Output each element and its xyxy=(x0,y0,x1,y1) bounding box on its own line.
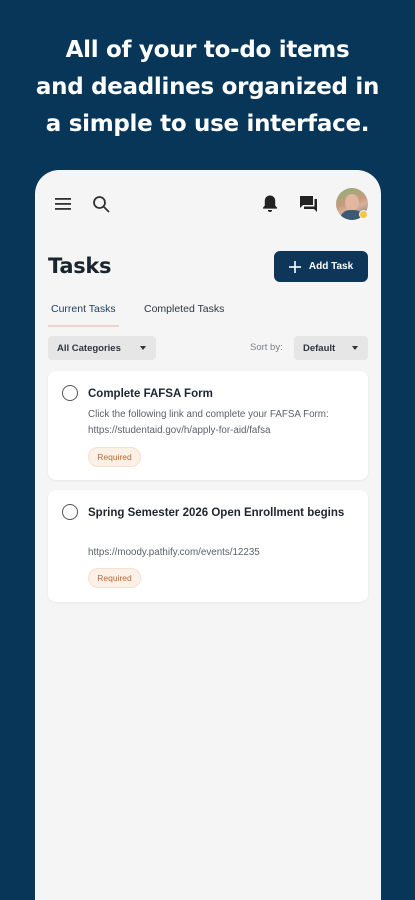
category-dropdown-value: All Categories xyxy=(57,342,121,354)
sort-dropdown[interactable]: Default xyxy=(294,336,368,360)
chevron-down-icon xyxy=(352,346,358,350)
page-title: Tasks xyxy=(48,254,112,278)
headline-line-1: All of your to-do items xyxy=(65,37,350,63)
search-icon[interactable] xyxy=(92,195,110,213)
task-card[interactable]: Spring Semester 2026 Open Enrollment beg… xyxy=(48,490,368,602)
tab-current-tasks[interactable]: Current Tasks xyxy=(48,303,119,327)
category-dropdown[interactable]: All Categories xyxy=(48,336,156,360)
avatar-status-dot xyxy=(359,210,368,219)
menu-icon[interactable] xyxy=(55,197,71,211)
plus-icon xyxy=(288,260,301,273)
top-app-bar xyxy=(35,170,381,240)
filter-bar: All Categories Sort by: Default xyxy=(48,336,368,361)
task-title: Complete FAFSA Form xyxy=(88,388,213,400)
add-task-button[interactable]: Add Task xyxy=(274,251,368,282)
sort-label: Sort by: xyxy=(250,342,283,353)
task-card[interactable]: Complete FAFSA Form Click the following … xyxy=(48,371,368,480)
status-badge: Required xyxy=(88,568,141,588)
status-badge: Required xyxy=(88,447,141,467)
chevron-down-icon xyxy=(140,346,146,350)
add-task-label: Add Task xyxy=(308,261,354,272)
task-complete-checkbox[interactable] xyxy=(62,504,78,520)
bell-icon[interactable] xyxy=(261,194,279,214)
task-complete-checkbox[interactable] xyxy=(62,385,78,401)
headline-line-3: a simple to use interface. xyxy=(45,111,370,137)
headline-line-2: and deadlines organized in xyxy=(35,74,380,100)
sort-dropdown-value: Default xyxy=(303,342,336,354)
task-description: https://moody.pathify.com/events/12235 xyxy=(88,547,260,558)
phone-screen: Tasks Add Task Current Tasks Completed T… xyxy=(35,170,381,900)
tab-completed-tasks[interactable]: Completed Tasks xyxy=(141,303,227,325)
task-title: Spring Semester 2026 Open Enrollment beg… xyxy=(88,507,345,519)
task-tabs: Current Tasks Completed Tasks xyxy=(48,300,368,327)
chat-icon[interactable] xyxy=(299,195,318,214)
task-description: Click the following link and complete yo… xyxy=(88,409,329,436)
avatar-face xyxy=(345,194,359,211)
promo-headline: All of your to-do items and deadlines or… xyxy=(0,32,415,143)
